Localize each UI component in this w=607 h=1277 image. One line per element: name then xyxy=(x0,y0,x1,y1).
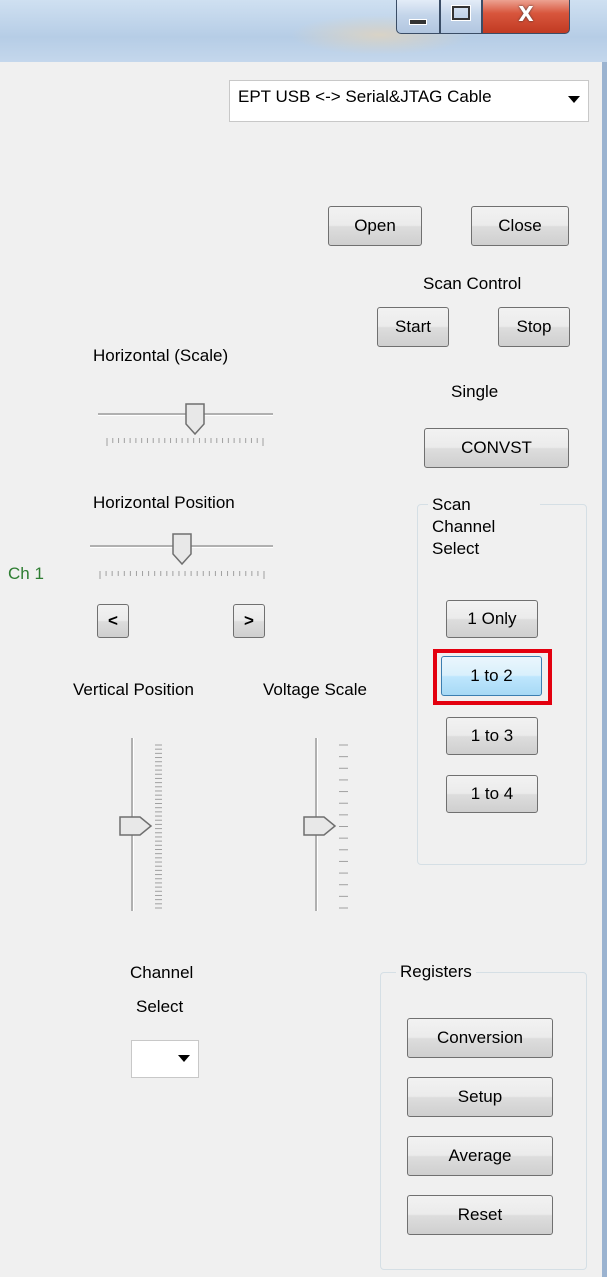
maximize-icon xyxy=(452,6,470,20)
scan-channel-select-caption: Scan Channel Select xyxy=(428,494,540,574)
horizontal-scale-thumb[interactable] xyxy=(184,402,206,436)
setup-button[interactable]: Setup xyxy=(407,1077,553,1117)
vertical-position-thumb[interactable] xyxy=(118,815,154,837)
selection-highlight xyxy=(433,649,552,705)
caption-line-1: Scan xyxy=(432,495,471,514)
close-window-button[interactable]: X xyxy=(482,0,570,34)
scan-control-label: Scan Control xyxy=(423,274,522,293)
title-bar: X xyxy=(0,0,607,62)
conversion-button[interactable]: Conversion xyxy=(407,1018,553,1058)
chevron-down-icon xyxy=(178,1055,190,1062)
caption-line-3: Select xyxy=(432,539,480,558)
horizontal-position-label: Horizontal Position xyxy=(93,493,235,512)
close-button[interactable]: Close xyxy=(471,206,569,246)
channel-indicator: Ch 1 xyxy=(8,564,44,583)
maximize-button[interactable] xyxy=(440,0,482,34)
channel-select-label-line2: Select xyxy=(136,997,184,1016)
voltage-scale-label: Voltage Scale xyxy=(263,680,367,699)
open-button[interactable]: Open xyxy=(328,206,422,246)
channel-select-combo[interactable] xyxy=(131,1040,199,1078)
next-button[interactable]: > xyxy=(233,604,265,638)
voltage-scale-ticks xyxy=(339,744,348,909)
device-select-value: EPT USB <-> Serial&JTAG Cable xyxy=(238,87,492,106)
reset-button[interactable]: Reset xyxy=(407,1195,553,1235)
registers-caption: Registers xyxy=(396,962,476,982)
horizontal-position-thumb[interactable] xyxy=(171,532,193,566)
minimize-icon xyxy=(409,19,427,25)
average-button[interactable]: Average xyxy=(407,1136,553,1176)
convst-button[interactable]: CONVST xyxy=(424,428,569,468)
channel-select-label-line1: Channel xyxy=(130,963,194,982)
vertical-position-ticks xyxy=(155,744,162,909)
horizontal-scale-ticks xyxy=(106,438,264,446)
single-label: Single xyxy=(451,382,499,401)
horizontal-scale-label: Horizontal (Scale) xyxy=(93,346,229,365)
start-button[interactable]: Start xyxy=(377,307,449,347)
voltage-scale-thumb[interactable] xyxy=(302,815,338,837)
minimize-button[interactable] xyxy=(396,0,440,34)
stop-button[interactable]: Stop xyxy=(498,307,570,347)
scan-1-to-3-button[interactable]: 1 to 3 xyxy=(446,717,538,755)
chevron-down-icon xyxy=(568,96,580,103)
horizontal-position-ticks xyxy=(99,571,265,579)
scan-1-only-button[interactable]: 1 Only xyxy=(446,600,538,638)
device-select[interactable]: EPT USB <-> Serial&JTAG Cable xyxy=(229,80,589,122)
prev-button[interactable]: < xyxy=(97,604,129,638)
close-icon: X xyxy=(518,2,534,26)
scan-1-to-4-button[interactable]: 1 to 4 xyxy=(446,775,538,813)
caption-line-2: Channel xyxy=(432,517,496,536)
vertical-position-label: Vertical Position xyxy=(73,680,194,699)
